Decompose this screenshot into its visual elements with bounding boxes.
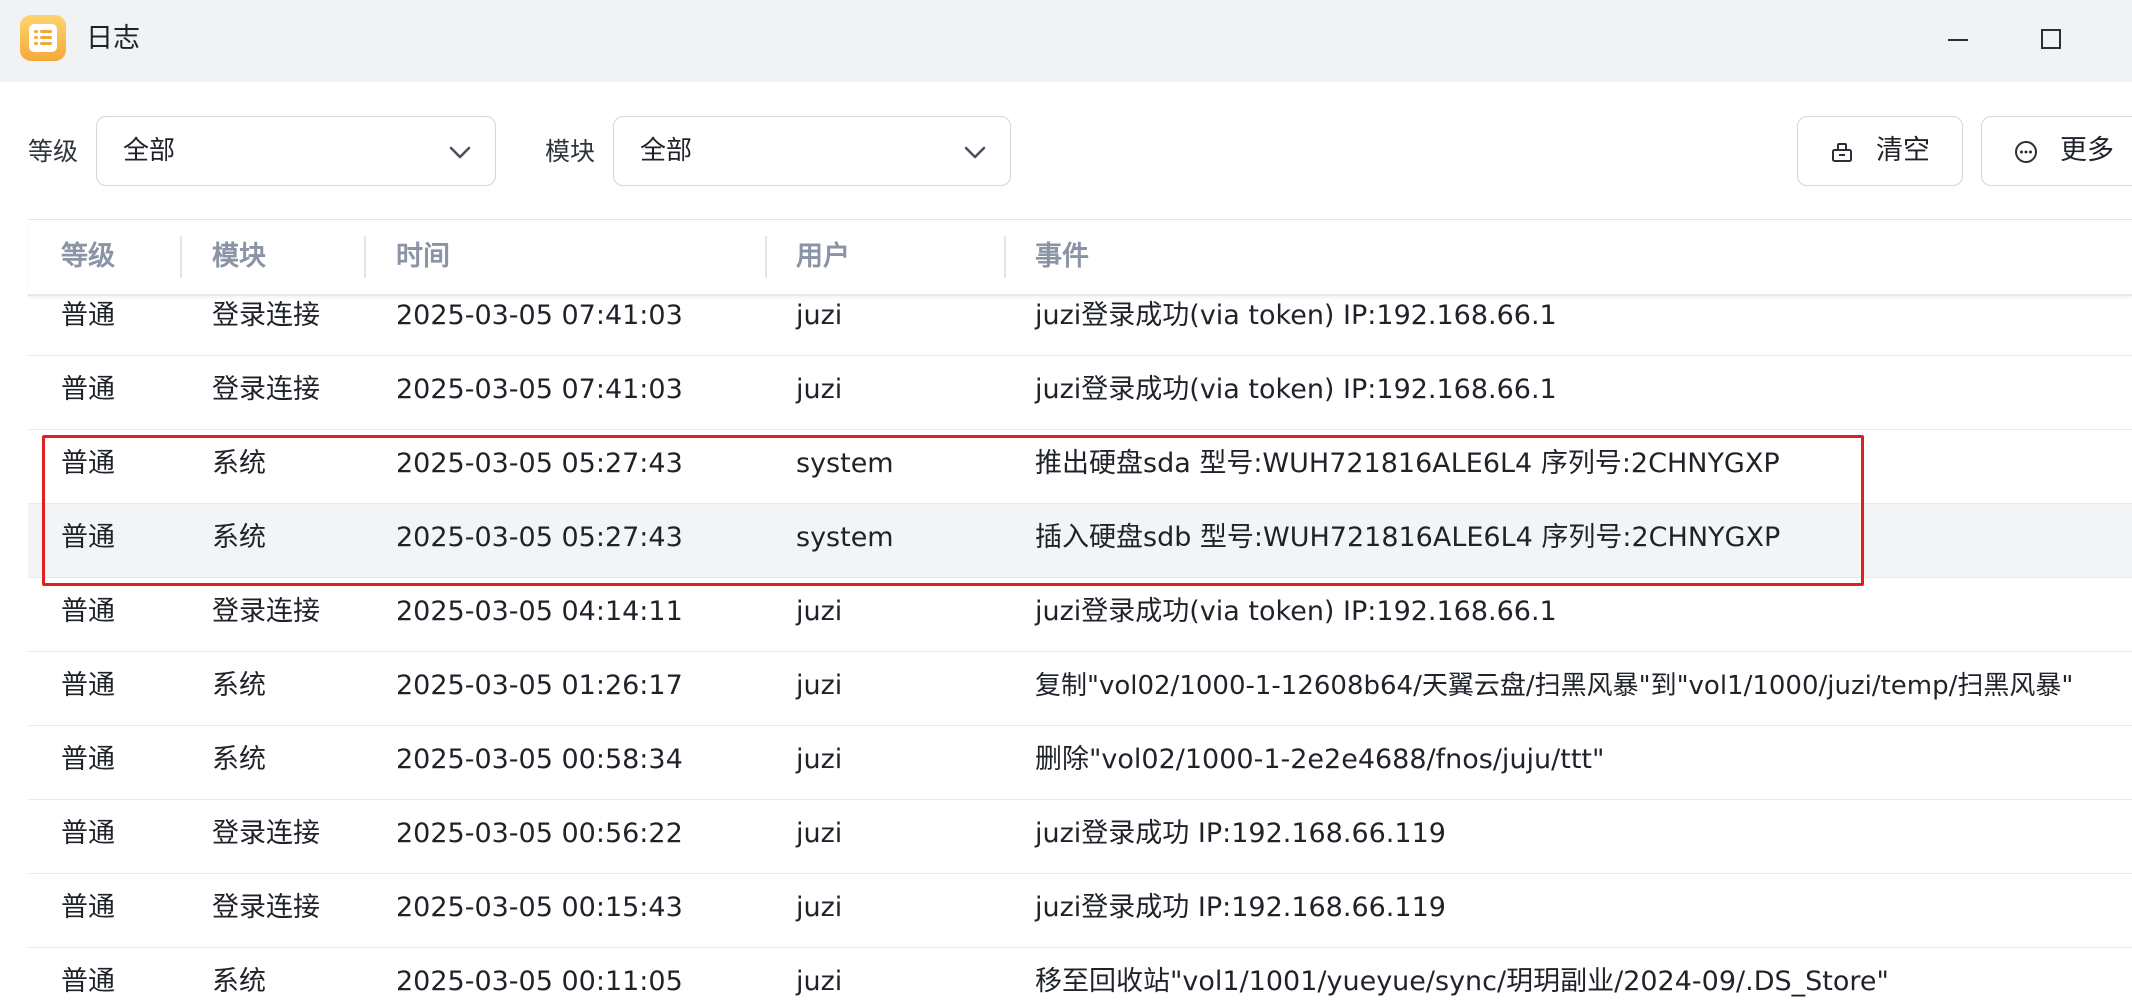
cell-level: 普通 — [61, 892, 115, 923]
column-header-user[interactable]: 用户 — [796, 238, 850, 276]
cell-user: system — [796, 448, 894, 479]
chevron-down-icon — [449, 146, 471, 159]
cell-level: 普通 — [61, 374, 115, 405]
clear-button[interactable]: 清空 — [1797, 116, 1963, 186]
cell-level: 普通 — [61, 670, 115, 701]
more-icon — [2015, 141, 2037, 163]
cell-time: 2025-03-05 00:15:43 — [396, 892, 683, 923]
maximize-icon[interactable] — [2030, 20, 2070, 60]
table-row[interactable]: 普通 系统 2025-03-05 00:58:34 juzi 删除"vol02/… — [28, 726, 2132, 800]
cell-level: 普通 — [61, 448, 115, 479]
title-bar: 日志 — [0, 0, 2132, 82]
cell-time: 2025-03-05 05:27:43 — [396, 522, 683, 553]
log-app-icon — [20, 15, 66, 61]
cell-time: 2025-03-05 00:11:05 — [396, 966, 683, 997]
clear-icon — [1832, 143, 1852, 162]
table-row[interactable]: 普通 系统 2025-03-05 00:11:05 juzi 移至回收站"vol… — [28, 948, 2132, 1000]
cell-module: 系统 — [212, 966, 266, 997]
cell-event: juzi登录成功(via token) IP:192.168.66.1 — [1035, 300, 1557, 331]
cell-time: 2025-03-05 00:58:34 — [396, 744, 683, 775]
table-row[interactable]: 普通 系统 2025-03-05 01:26:17 juzi 复制"vol02/… — [28, 652, 2132, 726]
cell-module: 登录连接 — [212, 596, 320, 627]
column-resizer[interactable] — [765, 236, 767, 278]
cell-module: 系统 — [212, 448, 266, 479]
column-resizer[interactable] — [364, 236, 366, 278]
cell-event: juzi登录成功(via token) IP:192.168.66.1 — [1035, 374, 1557, 405]
table-row[interactable]: 普通 登录连接 2025-03-05 07:41:03 juzi juzi登录成… — [28, 294, 2132, 356]
cell-event: 删除"vol02/1000-1-2e2e4688/fnos/juju/ttt" — [1035, 744, 1605, 775]
cell-event: juzi登录成功 IP:192.168.66.119 — [1035, 818, 1446, 849]
more-button[interactable]: 更多 — [1981, 116, 2132, 186]
level-filter-select[interactable]: 全部 — [96, 116, 496, 186]
cell-user: juzi — [796, 596, 843, 627]
cell-event: 复制"vol02/1000-1-12608b64/天翼云盘/扫黑风暴"到"vol… — [1035, 671, 2074, 701]
minimize-icon[interactable] — [1938, 20, 1978, 60]
table-row[interactable]: 普通 系统 2025-03-05 05:27:43 system 插入硬盘sdb… — [28, 504, 2132, 578]
cell-user: juzi — [796, 818, 843, 849]
clear-button-label: 清空 — [1876, 135, 1930, 166]
cell-module: 登录连接 — [212, 818, 320, 849]
cell-time: 2025-03-05 05:27:43 — [396, 448, 683, 479]
column-resizer[interactable] — [180, 236, 182, 278]
module-filter-value: 全部 — [640, 136, 693, 166]
cell-event: 插入硬盘sdb 型号:WUH721816ALE6L4 序列号:2CHNYGXP — [1035, 522, 1781, 553]
cell-module: 系统 — [212, 522, 266, 553]
cell-module: 登录连接 — [212, 374, 320, 405]
cell-user: juzi — [796, 300, 843, 331]
cell-user: juzi — [796, 966, 843, 997]
cell-module: 登录连接 — [212, 300, 320, 331]
cell-user: system — [796, 522, 894, 553]
column-header-module[interactable]: 模块 — [212, 238, 266, 276]
cell-level: 普通 — [61, 818, 115, 849]
cell-module: 登录连接 — [212, 892, 320, 923]
column-header-event[interactable]: 事件 — [1035, 238, 1089, 276]
cell-level: 普通 — [61, 300, 115, 331]
cell-time: 2025-03-05 04:14:11 — [396, 596, 683, 627]
cell-event: juzi登录成功(via token) IP:192.168.66.1 — [1035, 596, 1557, 627]
module-filter-label: 模块 — [545, 137, 596, 166]
table-body: 普通 登录连接 2025-03-05 07:41:03 juzi juzi登录成… — [28, 294, 2132, 1000]
cell-level: 普通 — [61, 966, 115, 997]
cell-user: juzi — [796, 374, 843, 405]
cell-time: 2025-03-05 07:41:03 — [396, 374, 683, 405]
cell-user: juzi — [796, 670, 843, 701]
cell-time: 2025-03-05 01:26:17 — [396, 670, 683, 701]
column-header-time[interactable]: 时间 — [396, 238, 450, 276]
cell-event: 移至回收站"vol1/1001/yueyue/sync/玥玥副业/2024-09… — [1035, 966, 1889, 997]
table-row[interactable]: 普通 登录连接 2025-03-05 00:15:43 juzi juzi登录成… — [28, 874, 2132, 948]
cell-level: 普通 — [61, 522, 115, 553]
cell-event: 推出硬盘sda 型号:WUH721816ALE6L4 序列号:2CHNYGXP — [1035, 448, 1780, 479]
more-button-label: 更多 — [2060, 135, 2114, 166]
cell-module: 系统 — [212, 670, 266, 701]
table-header: 等级 模块 时间 用户 事件 — [28, 220, 2132, 296]
level-filter-value: 全部 — [123, 136, 176, 166]
cell-level: 普通 — [61, 596, 115, 627]
cell-module: 系统 — [212, 744, 266, 775]
window-title: 日志 — [86, 23, 140, 54]
chevron-down-icon — [964, 146, 986, 159]
cell-time: 2025-03-05 07:41:03 — [396, 300, 683, 331]
level-filter-label: 等级 — [28, 137, 79, 166]
module-filter-select[interactable]: 全部 — [613, 116, 1011, 186]
cell-user: juzi — [796, 892, 843, 923]
cell-time: 2025-03-05 00:56:22 — [396, 818, 683, 849]
cell-event: juzi登录成功 IP:192.168.66.119 — [1035, 892, 1446, 923]
table-row[interactable]: 普通 系统 2025-03-05 05:27:43 system 推出硬盘sda… — [28, 430, 2132, 504]
cell-level: 普通 — [61, 744, 115, 775]
column-resizer[interactable] — [1004, 236, 1006, 278]
cell-user: juzi — [796, 744, 843, 775]
table-row[interactable]: 普通 登录连接 2025-03-05 07:41:03 juzi juzi登录成… — [28, 356, 2132, 430]
table-row[interactable]: 普通 登录连接 2025-03-05 00:56:22 juzi juzi登录成… — [28, 800, 2132, 874]
column-header-level[interactable]: 等级 — [61, 238, 115, 276]
table-row[interactable]: 普通 登录连接 2025-03-05 04:14:11 juzi juzi登录成… — [28, 578, 2132, 652]
